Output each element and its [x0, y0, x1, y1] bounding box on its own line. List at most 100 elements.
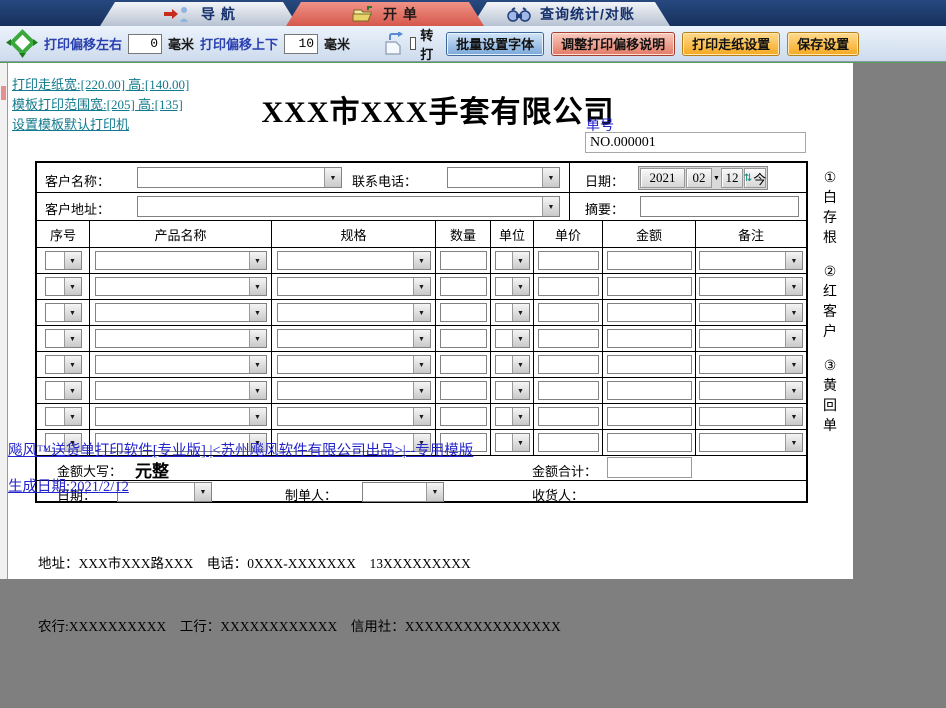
seq-cell: [37, 300, 90, 325]
product-combobox[interactable]: [94, 277, 267, 296]
seq-combobox[interactable]: [44, 329, 82, 348]
product-combobox[interactable]: [94, 251, 267, 270]
qty-input[interactable]: [439, 407, 487, 426]
qty-input[interactable]: [439, 381, 487, 400]
adjust-offset-help-button[interactable]: 调整打印偏移说明: [551, 31, 676, 56]
footer-date-combobox[interactable]: [117, 482, 212, 502]
product-combobox[interactable]: [94, 381, 267, 400]
price-input[interactable]: [537, 355, 599, 374]
amount-input[interactable]: [606, 277, 692, 296]
template-range-link[interactable]: 模板打印范围宽:[205] 高:[135]: [12, 95, 189, 115]
qty-input[interactable]: [439, 329, 487, 348]
seq-combobox[interactable]: [44, 277, 82, 296]
price-input[interactable]: [537, 251, 599, 270]
vendor-banner-link[interactable]: 飚风™送货单打印软件[专业版] |<苏州飚风软件有限公司出品>|--专用模版: [8, 439, 473, 460]
qty-input[interactable]: [439, 277, 487, 296]
date-today-button[interactable]: ⇅ 今: [744, 168, 766, 188]
unit-combobox[interactable]: [494, 329, 530, 348]
price-input[interactable]: [537, 303, 599, 322]
item-row: [37, 274, 806, 300]
qty-input[interactable]: [439, 303, 487, 322]
rotate-print-checkbox[interactable]: [410, 37, 417, 50]
remark-combobox[interactable]: [699, 277, 803, 296]
phone-combobox[interactable]: [447, 167, 560, 188]
remark-combobox[interactable]: [699, 329, 803, 348]
spec-combobox[interactable]: [276, 251, 431, 270]
col-header-spec: 规格: [272, 221, 436, 247]
remark-combobox[interactable]: [699, 433, 803, 452]
remark-combobox[interactable]: [699, 407, 803, 426]
remark-combobox[interactable]: [699, 355, 803, 374]
summary-input[interactable]: [640, 196, 799, 217]
order-no-input[interactable]: NO.000001: [585, 132, 806, 153]
amount-total-label: 金额合计：: [532, 464, 598, 479]
offset-ud-input[interactable]: [284, 33, 319, 54]
seq-combobox[interactable]: [44, 407, 82, 426]
seq-combobox[interactable]: [44, 303, 82, 322]
remark-combobox[interactable]: [699, 251, 803, 270]
remark-combobox[interactable]: [699, 381, 803, 400]
paper-size-link[interactable]: 打印走纸宽:[220.00] 高:[140.00]: [12, 75, 189, 95]
tab-create-order[interactable]: 开 单: [286, 2, 484, 26]
price-input[interactable]: [537, 433, 599, 452]
remark-combobox[interactable]: [699, 303, 803, 322]
spec-combobox[interactable]: [276, 407, 431, 426]
spec-combobox[interactable]: [276, 303, 431, 322]
left-splitter-strip[interactable]: [0, 63, 8, 579]
amount-input[interactable]: [606, 407, 692, 426]
remark-cell: [696, 300, 806, 325]
paper-feed-settings-button[interactable]: 打印走纸设置: [682, 31, 781, 56]
unit-cell: [491, 326, 534, 351]
unit-combobox[interactable]: [494, 303, 530, 322]
price-input[interactable]: [537, 329, 599, 348]
unit-combobox[interactable]: [494, 381, 530, 400]
save-settings-button[interactable]: 保存设置: [787, 31, 860, 56]
spec-combobox[interactable]: [276, 277, 431, 296]
date-year-button[interactable]: 2021: [640, 168, 685, 188]
maker-combobox[interactable]: [362, 482, 444, 502]
qty-input[interactable]: [439, 355, 487, 374]
divider: [569, 163, 570, 192]
spec-combobox[interactable]: [276, 355, 431, 374]
qty-cell: [436, 404, 491, 429]
seq-combobox[interactable]: [44, 251, 82, 270]
tab-query-stats[interactable]: 查询统计/对账: [472, 2, 670, 26]
qty-input[interactable]: [439, 251, 487, 270]
product-combobox[interactable]: [94, 303, 267, 322]
tab-navigation[interactable]: 导 航: [100, 2, 298, 26]
price-input[interactable]: [537, 407, 599, 426]
date-day-button[interactable]: 12: [721, 168, 743, 188]
date-dropdown-caret-icon[interactable]: ▼: [713, 174, 720, 182]
spec-combobox[interactable]: [276, 381, 431, 400]
product-combobox[interactable]: [94, 407, 267, 426]
amount-input[interactable]: [606, 381, 692, 400]
price-input[interactable]: [537, 381, 599, 400]
unit-combobox[interactable]: [494, 433, 530, 452]
spec-combobox[interactable]: [276, 329, 431, 348]
date-month-button[interactable]: 02: [686, 168, 712, 188]
price-input[interactable]: [537, 277, 599, 296]
seq-combobox[interactable]: [44, 355, 82, 374]
date-picker: 2021 02 ▼ 12 ⇅ 今: [638, 166, 768, 190]
generated-date-link[interactable]: 生成日期:2021/2/12: [8, 475, 129, 496]
customer-name-combobox[interactable]: [137, 167, 342, 188]
default-printer-link[interactable]: 设置模板默认打印机: [12, 115, 189, 135]
batch-font-button[interactable]: 批量设置字体: [446, 31, 545, 56]
seq-combobox[interactable]: [44, 381, 82, 400]
amount-input[interactable]: [606, 329, 692, 348]
amount-input[interactable]: [606, 355, 692, 374]
offset-lr-input[interactable]: [128, 33, 163, 54]
product-combobox[interactable]: [94, 355, 267, 374]
unit-combobox[interactable]: [494, 277, 530, 296]
phone-label: 联系电话：: [352, 174, 418, 189]
unit-combobox[interactable]: [494, 251, 530, 270]
unit-combobox[interactable]: [494, 407, 530, 426]
product-combobox[interactable]: [94, 329, 267, 348]
amount-cell: [603, 404, 696, 429]
amount-input[interactable]: [606, 251, 692, 270]
amount-input[interactable]: [606, 433, 692, 452]
amount-total-input[interactable]: [607, 457, 692, 478]
amount-input[interactable]: [606, 303, 692, 322]
customer-addr-combobox[interactable]: [137, 196, 560, 217]
unit-combobox[interactable]: [494, 355, 530, 374]
